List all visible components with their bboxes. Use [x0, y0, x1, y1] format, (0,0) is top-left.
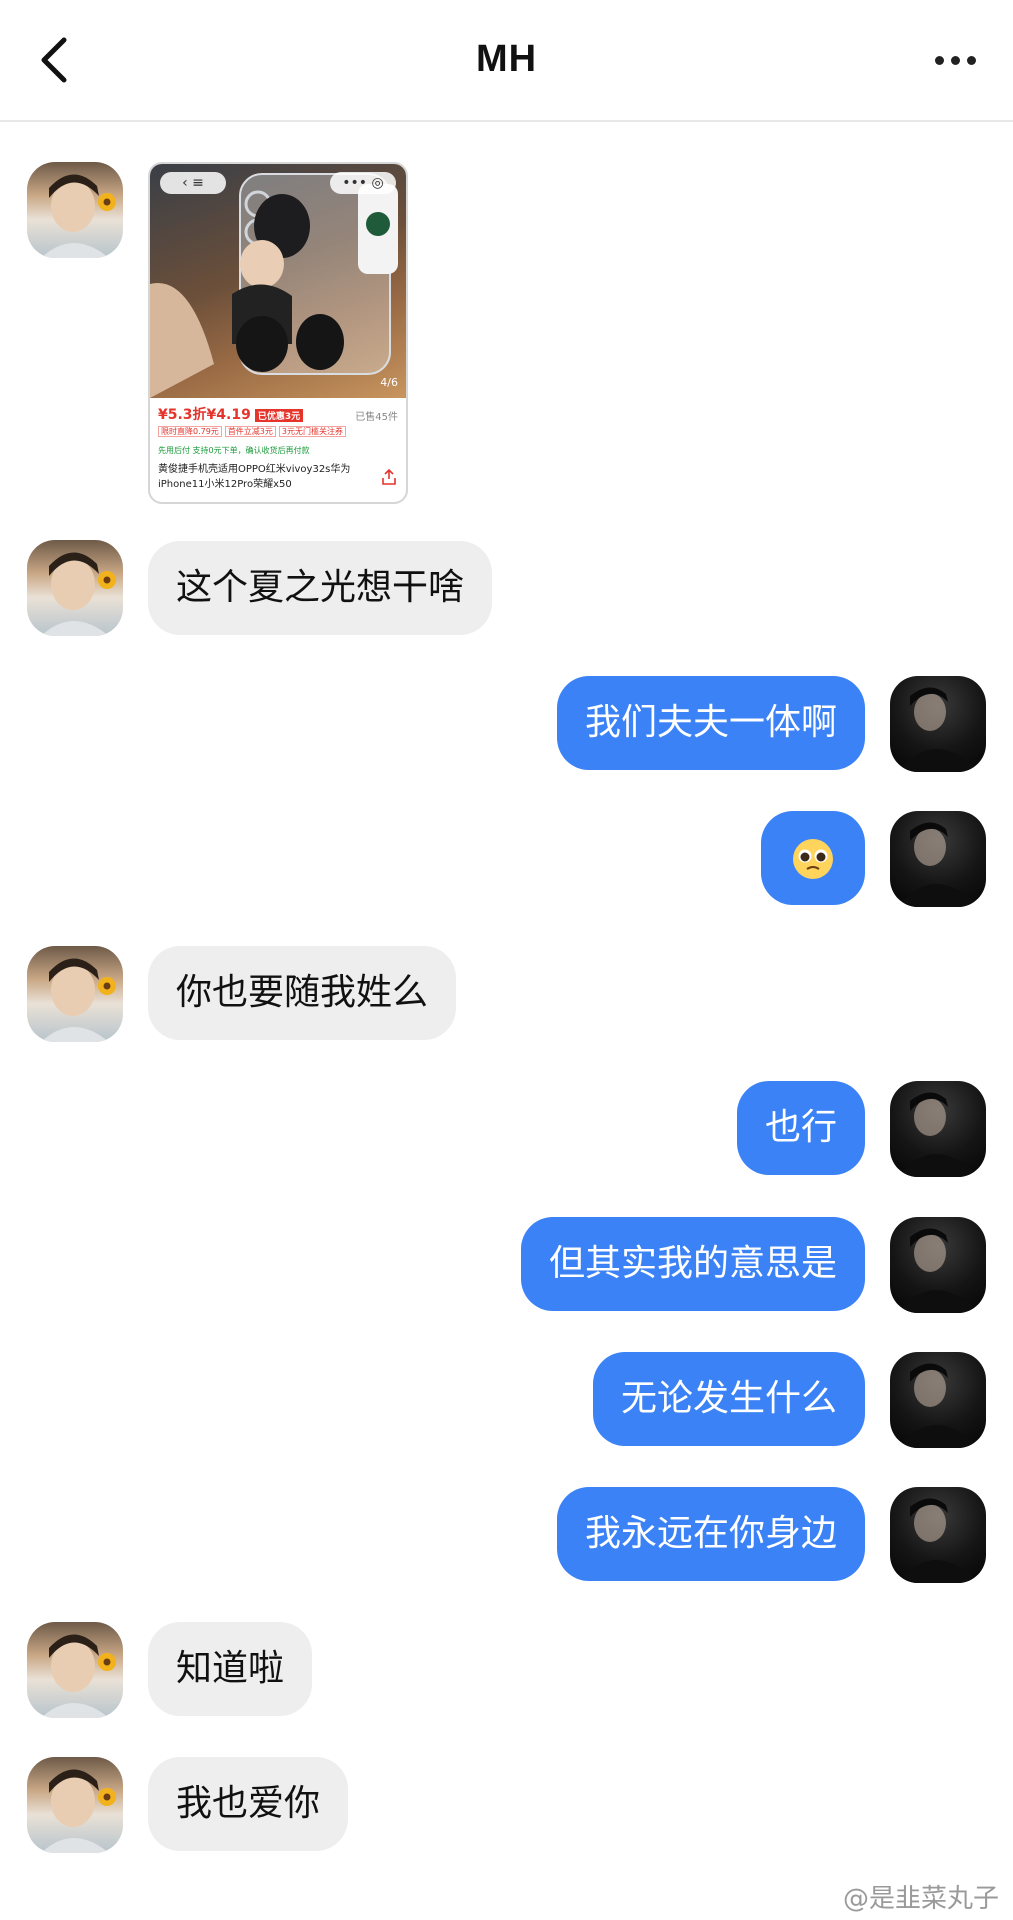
price-text: ¥5.3折¥4.19	[158, 407, 251, 423]
contact-avatar[interactable]	[27, 1622, 123, 1718]
my-avatar[interactable]	[890, 1352, 986, 1448]
coupon-tag: 限时直降0.79元	[158, 426, 222, 437]
my-avatar[interactable]	[890, 1081, 986, 1177]
contact-avatar[interactable]	[27, 1757, 123, 1853]
product-card[interactable]: ‹ ≡ ••• ◎ 4/6 ¥5.3折¥4.19 已优惠3元 已售45件 限时直降…	[148, 162, 408, 504]
message-bubble-outgoing[interactable]: 无论发生什么	[592, 1352, 865, 1446]
coupon-tag: 首件立减3元	[224, 426, 276, 437]
pay-later-note: 先用后付 支持0元下单，确认收货后再付款	[158, 446, 310, 455]
top-bar: MH	[0, 0, 1013, 122]
message-bubble-outgoing[interactable]: 我们夫夫一体啊	[556, 676, 865, 770]
more-options-icon[interactable]	[935, 50, 985, 70]
message-bubble-incoming[interactable]: 你也要随我姓么	[148, 946, 457, 1040]
my-avatar[interactable]	[890, 1217, 986, 1313]
discount-tag: 已优惠3元	[254, 408, 304, 422]
message-bubble-outgoing[interactable]: 也行	[736, 1081, 865, 1175]
pleading-face-icon	[793, 839, 833, 879]
contact-avatar[interactable]	[27, 162, 123, 258]
coupon-list: 限时直降0.79元 首件立减3元 3元无门槛关注券	[158, 426, 349, 437]
miniapp-menu-capsule: ••• ◎	[330, 172, 396, 194]
chat-title: MH	[475, 38, 538, 80]
image-page-indicator: 4/6	[380, 376, 398, 389]
contact-avatar[interactable]	[27, 540, 123, 636]
message-bubble-incoming[interactable]: 知道啦	[148, 1622, 313, 1716]
sold-count: 已售45件	[355, 412, 398, 423]
product-price: ¥5.3折¥4.19 已优惠3元	[158, 404, 304, 424]
my-avatar[interactable]	[890, 1487, 986, 1583]
coupon-tag: 3元无门槛关注券	[278, 426, 346, 437]
message-bubble-outgoing[interactable]: 但其实我的意思是	[520, 1217, 865, 1311]
contact-avatar[interactable]	[27, 946, 123, 1042]
my-avatar[interactable]	[890, 676, 986, 772]
watermark: @是韭菜丸子	[842, 1884, 999, 1914]
message-bubble-outgoing-emoji[interactable]	[761, 811, 865, 905]
my-avatar[interactable]	[890, 811, 986, 907]
message-bubble-incoming[interactable]: 我也爱你	[148, 1757, 349, 1851]
product-description: 黄俊捷手机壳适用OPPO红米vivoy32s华为iPhone11小米12Pro荣…	[158, 464, 351, 490]
message-bubble-outgoing[interactable]: 我永远在你身边	[556, 1487, 865, 1581]
share-icon[interactable]	[380, 468, 398, 486]
product-photo: ‹ ≡ ••• ◎ 4/6	[150, 164, 406, 398]
miniapp-nav-capsule: ‹ ≡	[160, 172, 226, 194]
message-bubble-incoming[interactable]: 这个夏之光想干啥	[148, 541, 493, 635]
